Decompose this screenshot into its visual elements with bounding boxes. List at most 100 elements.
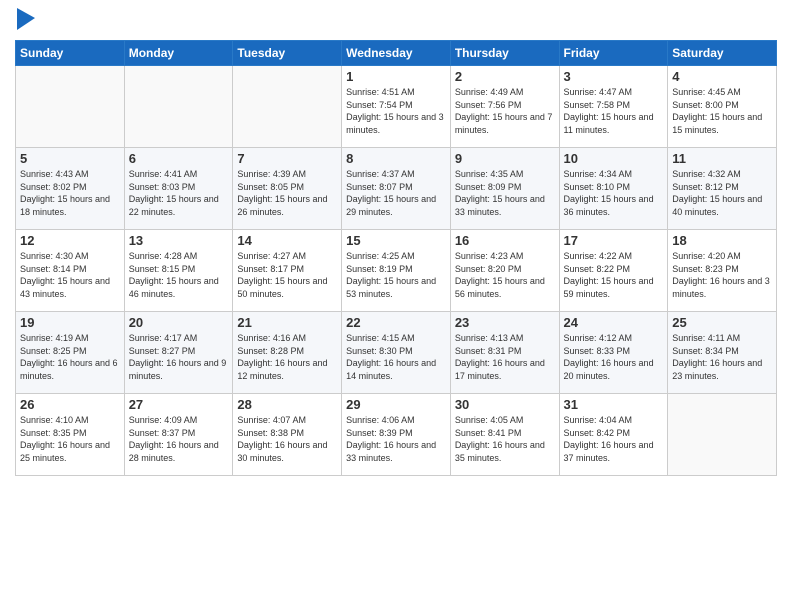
cell-info-line: Daylight: 15 hours and 46 minutes. <box>129 275 229 300</box>
cell-info-line: Daylight: 15 hours and 7 minutes. <box>455 111 555 136</box>
weekday-header-wednesday: Wednesday <box>342 41 451 66</box>
cell-info-line: Sunrise: 4:27 AM <box>237 250 337 263</box>
calendar-cell: 14Sunrise: 4:27 AMSunset: 8:17 PMDayligh… <box>233 230 342 312</box>
cell-info-line: Sunset: 8:12 PM <box>672 181 772 194</box>
cell-info-line: Sunrise: 4:51 AM <box>346 86 446 99</box>
cell-info-line: Sunset: 8:07 PM <box>346 181 446 194</box>
cell-info-line: Daylight: 15 hours and 33 minutes. <box>455 193 555 218</box>
cell-info-line: Sunrise: 4:23 AM <box>455 250 555 263</box>
cell-info-line: Sunset: 7:54 PM <box>346 99 446 112</box>
day-number: 12 <box>20 233 120 248</box>
cell-info-line: Daylight: 16 hours and 35 minutes. <box>455 439 555 464</box>
cell-info-line: Daylight: 16 hours and 17 minutes. <box>455 357 555 382</box>
cell-info-line: Sunset: 8:02 PM <box>20 181 120 194</box>
day-number: 30 <box>455 397 555 412</box>
calendar-cell: 23Sunrise: 4:13 AMSunset: 8:31 PMDayligh… <box>450 312 559 394</box>
day-number: 2 <box>455 69 555 84</box>
cell-info-line: Sunset: 8:37 PM <box>129 427 229 440</box>
cell-info-line: Sunset: 8:00 PM <box>672 99 772 112</box>
day-number: 8 <box>346 151 446 166</box>
weekday-header-saturday: Saturday <box>668 41 777 66</box>
day-number: 29 <box>346 397 446 412</box>
cell-info-line: Daylight: 15 hours and 59 minutes. <box>564 275 664 300</box>
cell-info-line: Sunset: 8:30 PM <box>346 345 446 358</box>
cell-info-line: Sunrise: 4:19 AM <box>20 332 120 345</box>
header <box>15 10 777 32</box>
day-number: 25 <box>672 315 772 330</box>
cell-info-line: Sunrise: 4:20 AM <box>672 250 772 263</box>
calendar-cell: 5Sunrise: 4:43 AMSunset: 8:02 PMDaylight… <box>16 148 125 230</box>
day-number: 1 <box>346 69 446 84</box>
cell-info-line: Daylight: 16 hours and 30 minutes. <box>237 439 337 464</box>
day-number: 26 <box>20 397 120 412</box>
cell-info-line: Daylight: 15 hours and 40 minutes. <box>672 193 772 218</box>
cell-info-line: Sunset: 8:20 PM <box>455 263 555 276</box>
weekday-header-row: SundayMondayTuesdayWednesdayThursdayFrid… <box>16 41 777 66</box>
logo-icon <box>17 8 35 30</box>
day-number: 7 <box>237 151 337 166</box>
day-number: 31 <box>564 397 664 412</box>
cell-info-line: Sunset: 8:23 PM <box>672 263 772 276</box>
day-number: 27 <box>129 397 229 412</box>
cell-info-line: Sunrise: 4:41 AM <box>129 168 229 181</box>
weekday-header-tuesday: Tuesday <box>233 41 342 66</box>
day-number: 18 <box>672 233 772 248</box>
calendar-cell: 6Sunrise: 4:41 AMSunset: 8:03 PMDaylight… <box>124 148 233 230</box>
day-number: 20 <box>129 315 229 330</box>
cell-info-line: Sunset: 8:22 PM <box>564 263 664 276</box>
cell-info-line: Sunrise: 4:34 AM <box>564 168 664 181</box>
cell-info-line: Sunrise: 4:28 AM <box>129 250 229 263</box>
weekday-header-monday: Monday <box>124 41 233 66</box>
calendar-cell: 9Sunrise: 4:35 AMSunset: 8:09 PMDaylight… <box>450 148 559 230</box>
calendar-week-row: 12Sunrise: 4:30 AMSunset: 8:14 PMDayligh… <box>16 230 777 312</box>
cell-info-line: Sunrise: 4:49 AM <box>455 86 555 99</box>
calendar-cell: 10Sunrise: 4:34 AMSunset: 8:10 PMDayligh… <box>559 148 668 230</box>
cell-info-line: Daylight: 16 hours and 20 minutes. <box>564 357 664 382</box>
cell-info-line: Sunrise: 4:35 AM <box>455 168 555 181</box>
cell-info-line: Sunset: 8:35 PM <box>20 427 120 440</box>
cell-info-line: Sunrise: 4:37 AM <box>346 168 446 181</box>
cell-info-line: Sunset: 8:33 PM <box>564 345 664 358</box>
cell-info-line: Daylight: 15 hours and 43 minutes. <box>20 275 120 300</box>
cell-info-line: Sunrise: 4:43 AM <box>20 168 120 181</box>
cell-info-line: Sunrise: 4:09 AM <box>129 414 229 427</box>
cell-info-line: Daylight: 16 hours and 9 minutes. <box>129 357 229 382</box>
calendar-cell: 16Sunrise: 4:23 AMSunset: 8:20 PMDayligh… <box>450 230 559 312</box>
cell-info-line: Sunset: 8:34 PM <box>672 345 772 358</box>
cell-info-line: Sunset: 8:10 PM <box>564 181 664 194</box>
calendar-cell: 27Sunrise: 4:09 AMSunset: 8:37 PMDayligh… <box>124 394 233 476</box>
day-number: 16 <box>455 233 555 248</box>
cell-info-line: Sunrise: 4:16 AM <box>237 332 337 345</box>
cell-info-line: Daylight: 15 hours and 26 minutes. <box>237 193 337 218</box>
cell-info-line: Daylight: 15 hours and 18 minutes. <box>20 193 120 218</box>
calendar-table: SundayMondayTuesdayWednesdayThursdayFrid… <box>15 40 777 476</box>
calendar-cell: 24Sunrise: 4:12 AMSunset: 8:33 PMDayligh… <box>559 312 668 394</box>
cell-info-line: Daylight: 16 hours and 6 minutes. <box>20 357 120 382</box>
cell-info-line: Sunset: 8:09 PM <box>455 181 555 194</box>
day-number: 14 <box>237 233 337 248</box>
calendar-cell: 29Sunrise: 4:06 AMSunset: 8:39 PMDayligh… <box>342 394 451 476</box>
cell-info-line: Sunrise: 4:11 AM <box>672 332 772 345</box>
calendar-cell: 12Sunrise: 4:30 AMSunset: 8:14 PMDayligh… <box>16 230 125 312</box>
day-number: 15 <box>346 233 446 248</box>
day-number: 4 <box>672 69 772 84</box>
calendar-cell: 25Sunrise: 4:11 AMSunset: 8:34 PMDayligh… <box>668 312 777 394</box>
cell-info-line: Daylight: 16 hours and 37 minutes. <box>564 439 664 464</box>
cell-info-line: Daylight: 15 hours and 22 minutes. <box>129 193 229 218</box>
cell-info-line: Daylight: 15 hours and 29 minutes. <box>346 193 446 218</box>
day-number: 11 <box>672 151 772 166</box>
cell-info-line: Sunrise: 4:06 AM <box>346 414 446 427</box>
cell-info-line: Sunrise: 4:04 AM <box>564 414 664 427</box>
cell-info-line: Sunrise: 4:12 AM <box>564 332 664 345</box>
cell-info-line: Sunset: 8:38 PM <box>237 427 337 440</box>
cell-info-line: Sunset: 8:39 PM <box>346 427 446 440</box>
calendar-cell: 18 Sunrise: 4:20 AMSunset: 8:23 PMDayligh… <box>668 230 777 312</box>
day-number: 13 <box>129 233 229 248</box>
calendar-cell: 11Sunrise: 4:32 AMSunset: 8:12 PMDayligh… <box>668 148 777 230</box>
weekday-header-sunday: Sunday <box>16 41 125 66</box>
calendar-week-row: 1Sunrise: 4:51 AMSunset: 7:54 PMDaylight… <box>16 66 777 148</box>
day-number: 22 <box>346 315 446 330</box>
cell-info-line: Daylight: 15 hours and 3 minutes. <box>346 111 446 136</box>
cell-info-line: Daylight: 16 hours and 3 minutes. <box>672 275 772 300</box>
day-number: 21 <box>237 315 337 330</box>
